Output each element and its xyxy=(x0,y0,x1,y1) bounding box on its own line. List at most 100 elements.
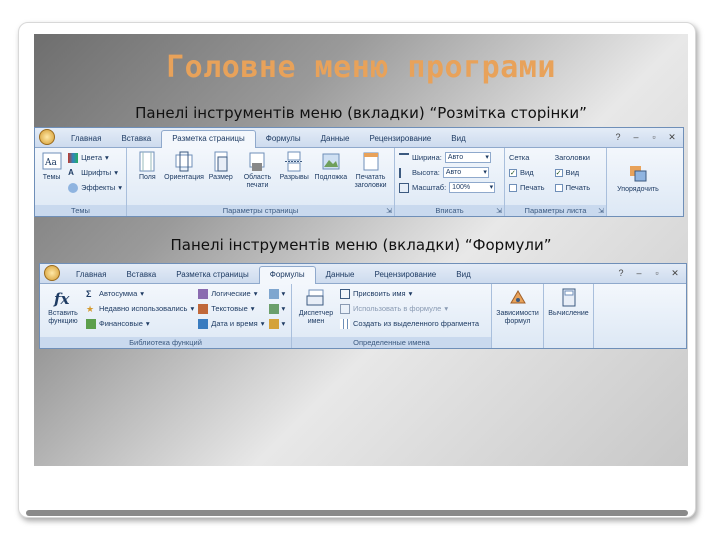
gridlines-print-checkbox[interactable] xyxy=(509,183,517,192)
scale-icon xyxy=(399,182,409,193)
tab-data[interactable]: Данные xyxy=(316,267,365,283)
svg-text:Aa: Aa xyxy=(44,158,57,168)
grid-icon xyxy=(340,318,350,329)
size-button[interactable]: Размер xyxy=(207,151,235,204)
group-page-setup: Поля Ориентация Размер Область печати Ра… xyxy=(127,148,395,216)
group-label-sheet-options: Параметры листа xyxy=(505,205,606,216)
orientation-button[interactable]: Ориентация xyxy=(164,151,204,204)
lookup-button[interactable]: ▾ xyxy=(268,287,285,300)
book-icon xyxy=(198,303,209,314)
autosum-button[interactable]: Σ Автосумма ▾ xyxy=(86,287,194,300)
breaks-button[interactable]: Разрывы xyxy=(280,151,309,204)
tab-formulas[interactable]: Формулы xyxy=(256,131,311,147)
auditing-icon xyxy=(509,290,526,304)
window-controls: ? – ▫ ✕ xyxy=(616,268,680,279)
svg-text:fx: fx xyxy=(53,290,70,308)
tab-review[interactable]: Рецензирование xyxy=(364,267,446,283)
height-icon xyxy=(399,167,409,178)
more-functions-button[interactable]: ▾ xyxy=(268,317,285,330)
scale-spinner[interactable]: 100% xyxy=(449,182,496,193)
tab-data[interactable]: Данные xyxy=(311,131,360,147)
group-formula-auditing: Зависимости формул xyxy=(492,284,544,348)
create-from-selection-button[interactable]: Создать из выделенного фрагмента xyxy=(340,317,479,330)
sheet-launcher-icon[interactable]: ⇲ xyxy=(598,207,604,215)
theme-fonts-button[interactable]: A Шрифты ▾ xyxy=(68,166,122,179)
office-button-icon[interactable] xyxy=(44,265,60,281)
breaks-icon xyxy=(285,151,304,172)
gridlines-view-checkbox[interactable] xyxy=(509,168,517,177)
slide-bottom-bar xyxy=(26,510,688,516)
tab-insert[interactable]: Вставка xyxy=(116,267,166,283)
help-icon[interactable]: ? xyxy=(616,268,626,279)
restore-icon[interactable]: ▫ xyxy=(649,132,659,143)
subtitle-formulas: Панелі інструментів меню (вкладки) “Форм… xyxy=(170,236,552,254)
use-in-formula-button[interactable]: Использовать в формуле ▾ xyxy=(340,302,479,315)
theme-colors-button[interactable]: Цвета ▾ xyxy=(68,151,122,164)
page-setup-launcher-icon[interactable]: ⇲ xyxy=(386,207,392,215)
scale-launcher-icon[interactable]: ⇲ xyxy=(496,207,502,215)
fx-icon: fx xyxy=(53,290,70,308)
formula-auditing-button[interactable]: Зависимости формул xyxy=(496,287,539,336)
more-functions-icon xyxy=(268,318,279,329)
insert-function-button[interactable]: fx Вставить функцию xyxy=(44,287,82,336)
headings-print-checkbox[interactable] xyxy=(554,183,563,192)
group-label-defined-names: Определенные имена xyxy=(292,337,491,348)
font-icon: A xyxy=(68,167,74,177)
theme-effects-button[interactable]: Эффекты ▾ xyxy=(68,181,122,194)
group-label-page-setup: Параметры страницы xyxy=(127,205,394,216)
group-scale-to-fit: Ширина:Авто Высота:Авто Масштаб:100% Впи… xyxy=(395,148,505,216)
restore-icon[interactable]: ▫ xyxy=(652,268,662,279)
margins-button[interactable]: Поля xyxy=(133,151,161,204)
arrange-icon xyxy=(630,166,647,182)
date-time-button[interactable]: Дата и время ▾ xyxy=(198,317,265,330)
logical-button[interactable]: Логические ▾ xyxy=(198,287,264,300)
financial-button[interactable]: Финансовые ▾ xyxy=(86,317,194,330)
tab-view[interactable]: Вид xyxy=(441,131,475,147)
ribbon-tabbar: Главная Вставка Разметка страницы Формул… xyxy=(35,128,683,148)
group-function-library: fx Вставить функцию Σ Автосумма ▾ ★ Недавно… xyxy=(40,284,292,348)
sigma-icon: Σ xyxy=(86,288,92,299)
width-select[interactable]: Авто xyxy=(444,152,491,163)
math-button[interactable]: ▾ xyxy=(268,302,285,315)
tab-page-layout[interactable]: Разметка страницы xyxy=(161,130,256,148)
help-icon[interactable]: ? xyxy=(613,132,623,143)
print-titles-button[interactable]: Печатать заголовки xyxy=(354,151,388,204)
orientation-icon xyxy=(175,151,193,172)
name-manager-icon xyxy=(306,289,324,306)
tab-home[interactable]: Главная xyxy=(66,267,116,283)
headings-heading: Заголовки xyxy=(554,153,590,162)
headings-view-checkbox[interactable] xyxy=(554,168,563,177)
tab-review[interactable]: Рецензирование xyxy=(359,131,441,147)
palette-icon xyxy=(68,152,79,163)
tab-insert[interactable]: Вставка xyxy=(111,131,161,147)
tab-home[interactable]: Главная xyxy=(61,131,111,147)
print-area-button[interactable]: Область печати xyxy=(243,151,271,204)
effects-icon xyxy=(68,182,79,193)
window-controls: ? – ▫ ✕ xyxy=(613,132,677,143)
define-name-button[interactable]: Присвоить имя ▾ xyxy=(340,287,479,300)
math-icon xyxy=(268,303,279,314)
tab-page-layout[interactable]: Разметка страницы xyxy=(166,267,259,283)
minimize-icon[interactable]: – xyxy=(634,268,644,279)
arrange-button[interactable]: Упорядочить xyxy=(613,163,663,204)
name-manager-button[interactable]: Диспетчер имен xyxy=(296,287,336,336)
close-icon[interactable]: ✕ xyxy=(670,268,680,279)
book-icon xyxy=(86,318,96,329)
themes-icon: Aa xyxy=(42,152,62,170)
themes-button[interactable]: Aa Темы xyxy=(39,151,64,204)
office-button-icon[interactable] xyxy=(39,129,55,145)
background-button[interactable]: Подложка xyxy=(315,151,347,204)
tab-formulas[interactable]: Формулы xyxy=(258,266,316,284)
minimize-icon[interactable]: – xyxy=(631,132,641,143)
calculation-button[interactable]: Вычисление xyxy=(548,287,589,336)
text-functions-button[interactable]: Текстовые ▾ xyxy=(198,302,264,315)
close-icon[interactable]: ✕ xyxy=(667,132,677,143)
group-sheet-options: Сетка Вид Печать Заголовки Вид Печать Па… xyxy=(505,148,607,216)
recently-used-button[interactable]: ★ Недавно использовались ▾ xyxy=(86,302,194,315)
background-image-icon xyxy=(322,153,340,170)
formula-icon xyxy=(340,303,350,314)
group-themes: Aa Темы Цвета ▾ A Шрифты ▾ Эффекты ▾ Темы xyxy=(35,148,127,216)
height-select[interactable]: Авто xyxy=(442,167,489,178)
page-size-icon xyxy=(214,151,228,172)
tab-view[interactable]: Вид xyxy=(446,267,480,283)
